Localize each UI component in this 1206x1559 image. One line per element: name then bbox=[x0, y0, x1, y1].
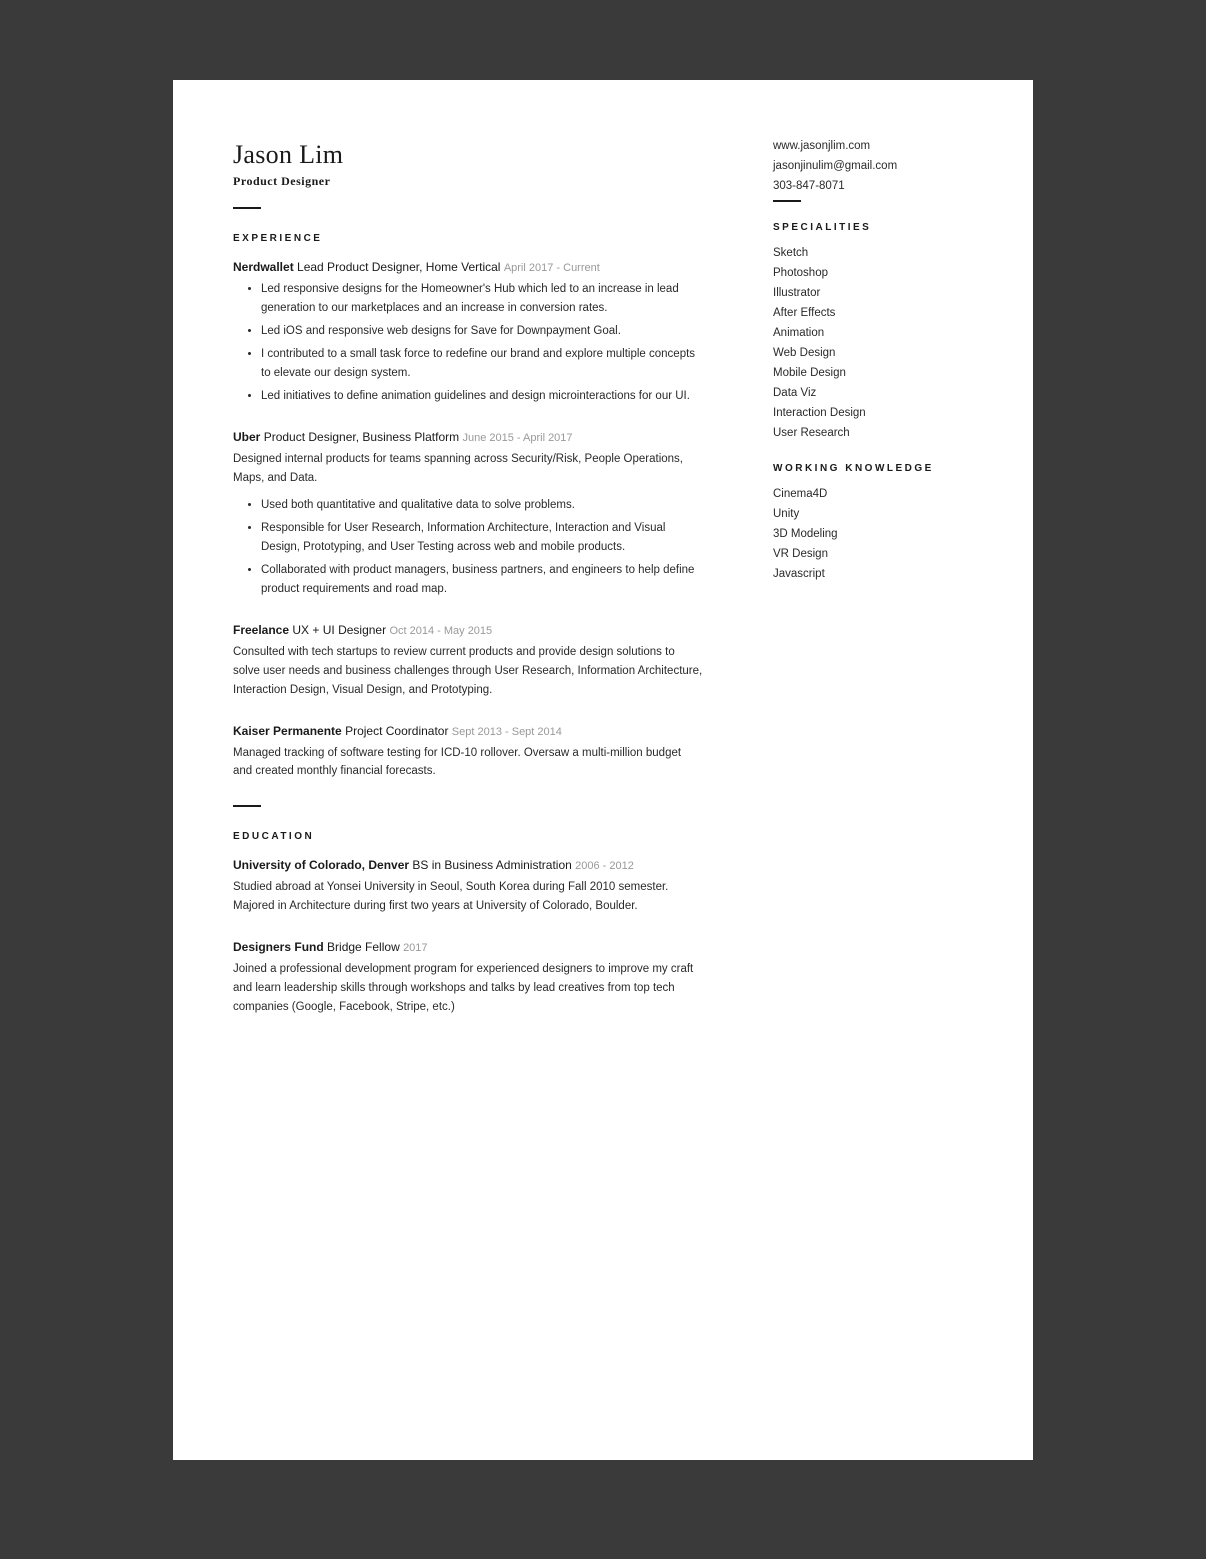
uber-dates: June 2015 - April 2017 bbox=[462, 432, 572, 444]
job-uber: Uber Product Designer, Business Platform… bbox=[233, 430, 703, 599]
education-section: Education University of Colorado, Denver… bbox=[233, 831, 703, 1017]
specialities-section: Specialities Sketch Photoshop Illustrato… bbox=[773, 222, 973, 439]
kaiser-description: Managed tracking of software testing for… bbox=[233, 744, 703, 782]
freelance-description: Consulted with tech startups to review c… bbox=[233, 643, 703, 700]
freelance-role: UX + UI Designer bbox=[292, 623, 389, 637]
uber-description: Designed internal products for teams spa… bbox=[233, 450, 703, 488]
name: Jason Lim bbox=[233, 140, 703, 170]
uber-company: Uber bbox=[233, 430, 260, 444]
nerdwallet-role: Lead Product Designer, Home Vertical bbox=[297, 260, 504, 274]
job-freelance: Freelance UX + UI Designer Oct 2014 - Ma… bbox=[233, 623, 703, 700]
freelance-title-row: Freelance UX + UI Designer Oct 2014 - Ma… bbox=[233, 623, 703, 637]
skill-unity: Unity bbox=[773, 508, 973, 520]
skill-web-design: Web Design bbox=[773, 347, 973, 359]
freelance-dates: Oct 2014 - May 2015 bbox=[389, 625, 492, 637]
specialities-heading: Specialities bbox=[773, 222, 973, 233]
bullet-item: Led responsive designs for the Homeowner… bbox=[261, 280, 703, 318]
job-nerdwallet: Nerdwallet Lead Product Designer, Home V… bbox=[233, 260, 703, 406]
skill-animation: Animation bbox=[773, 327, 973, 339]
skill-user-research: User Research bbox=[773, 427, 973, 439]
right-divider bbox=[773, 200, 801, 202]
skill-illustrator: Illustrator bbox=[773, 287, 973, 299]
skill-cinema4d: Cinema4D bbox=[773, 488, 973, 500]
skill-interaction-design: Interaction Design bbox=[773, 407, 973, 419]
bullet-item: Collaborated with product managers, busi… bbox=[261, 561, 703, 599]
uber-bullets: Used both quantitative and qualitative d… bbox=[233, 496, 703, 599]
contact-info: www.jasonjlim.com jasonjinulim@gmail.com… bbox=[773, 140, 973, 192]
left-column: Jason Lim Product Designer Experience Ne… bbox=[233, 140, 753, 1400]
kaiser-role: Project Coordinator bbox=[345, 724, 452, 738]
kaiser-company: Kaiser Permanente bbox=[233, 724, 342, 738]
resume-header: Jason Lim Product Designer bbox=[233, 140, 703, 209]
uc-denver-title-row: University of Colorado, Denver BS in Bus… bbox=[233, 858, 703, 872]
resume-page: Jason Lim Product Designer Experience Ne… bbox=[173, 80, 1033, 1460]
education-heading: Education bbox=[233, 831, 703, 842]
skill-3d-modeling: 3D Modeling bbox=[773, 528, 973, 540]
working-knowledge-section: Working Knowledge Cinema4D Unity 3D Mode… bbox=[773, 463, 973, 580]
experience-heading: Experience bbox=[233, 233, 703, 244]
nerdwallet-bullets: Led responsive designs for the Homeowner… bbox=[233, 280, 703, 406]
edu-uc-denver: University of Colorado, Denver BS in Bus… bbox=[233, 858, 703, 916]
designers-fund-school: Designers Fund bbox=[233, 940, 324, 954]
bullet-item: Used both quantitative and qualitative d… bbox=[261, 496, 703, 515]
uc-denver-description: Studied abroad at Yonsei University in S… bbox=[233, 878, 703, 916]
bullet-item: Responsible for User Research, Informati… bbox=[261, 519, 703, 557]
skill-javascript: Javascript bbox=[773, 568, 973, 580]
bullet-item: Led initiatives to define animation guid… bbox=[261, 387, 703, 406]
header-divider bbox=[233, 207, 261, 209]
section-divider bbox=[233, 805, 261, 807]
skill-vr-design: VR Design bbox=[773, 548, 973, 560]
nerdwallet-title-row: Nerdwallet Lead Product Designer, Home V… bbox=[233, 260, 703, 274]
job-kaiser: Kaiser Permanente Project Coordinator Se… bbox=[233, 724, 703, 782]
kaiser-title-row: Kaiser Permanente Project Coordinator Se… bbox=[233, 724, 703, 738]
website-link: www.jasonjlim.com bbox=[773, 140, 973, 152]
designers-fund-dates: 2017 bbox=[403, 942, 427, 954]
uber-role: Product Designer, Business Platform bbox=[264, 430, 463, 444]
email-link: jasonjinulim@gmail.com bbox=[773, 160, 973, 172]
skill-mobile-design: Mobile Design bbox=[773, 367, 973, 379]
freelance-company: Freelance bbox=[233, 623, 289, 637]
bullet-item: I contributed to a small task force to r… bbox=[261, 345, 703, 383]
right-column: www.jasonjlim.com jasonjinulim@gmail.com… bbox=[753, 140, 973, 1400]
phone-number: 303-847-8071 bbox=[773, 180, 973, 192]
nerdwallet-dates: April 2017 - Current bbox=[504, 262, 600, 274]
designers-fund-degree: Bridge Fellow bbox=[327, 940, 403, 954]
skill-data-viz: Data Viz bbox=[773, 387, 973, 399]
nerdwallet-company: Nerdwallet bbox=[233, 260, 294, 274]
uc-denver-dates: 2006 - 2012 bbox=[575, 860, 634, 872]
skill-photoshop: Photoshop bbox=[773, 267, 973, 279]
skill-after-effects: After Effects bbox=[773, 307, 973, 319]
skill-sketch: Sketch bbox=[773, 247, 973, 259]
edu-designers-fund: Designers Fund Bridge Fellow 2017 Joined… bbox=[233, 940, 703, 1017]
working-knowledge-heading: Working Knowledge bbox=[773, 463, 973, 474]
uc-denver-school: University of Colorado, Denver bbox=[233, 858, 409, 872]
bullet-item: Led iOS and responsive web designs for S… bbox=[261, 322, 703, 341]
uber-title-row: Uber Product Designer, Business Platform… bbox=[233, 430, 703, 444]
experience-section: Experience Nerdwallet Lead Product Desig… bbox=[233, 233, 703, 781]
designers-fund-description: Joined a professional development progra… bbox=[233, 960, 703, 1017]
uc-denver-degree: BS in Business Administration bbox=[412, 858, 575, 872]
designers-fund-title-row: Designers Fund Bridge Fellow 2017 bbox=[233, 940, 703, 954]
job-title: Product Designer bbox=[233, 174, 703, 189]
kaiser-dates: Sept 2013 - Sept 2014 bbox=[452, 726, 562, 738]
